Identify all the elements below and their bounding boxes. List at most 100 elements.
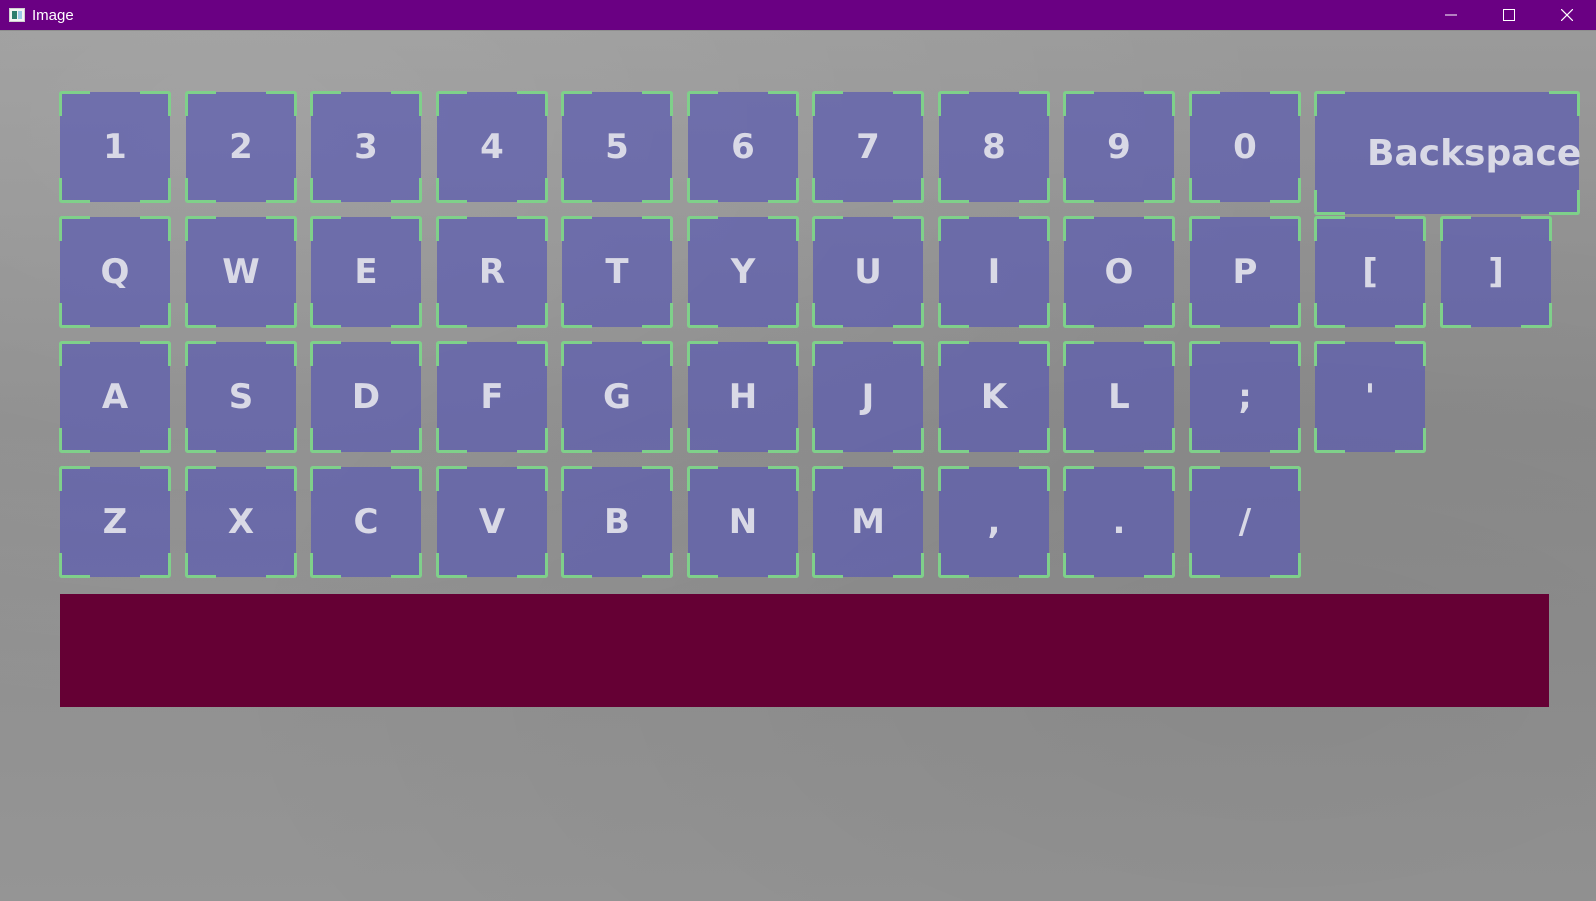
key-corner-marker (938, 553, 969, 578)
key-0[interactable]: 0 (1189, 91, 1301, 203)
key-corner-marker (185, 303, 216, 328)
key-corner-marker (687, 341, 718, 366)
key-m[interactable]: M (812, 466, 924, 578)
key-corner-marker (812, 178, 843, 203)
key-corner-marker (1144, 303, 1175, 328)
key-corner-marker (561, 553, 592, 578)
key-f[interactable]: F (436, 341, 548, 453)
key-d[interactable]: D (310, 341, 422, 453)
key-left-bracket[interactable]: [ (1314, 216, 1426, 328)
key-corner-marker (391, 91, 422, 116)
key-6[interactable]: 6 (687, 91, 799, 203)
key-corner-marker (1270, 553, 1301, 578)
key-5[interactable]: 5 (561, 91, 673, 203)
key-g[interactable]: G (561, 341, 673, 453)
key-a[interactable]: A (59, 341, 171, 453)
key-x[interactable]: X (185, 466, 297, 578)
key-8[interactable]: 8 (938, 91, 1050, 203)
key-corner-marker (185, 466, 216, 491)
key-corner-marker (1549, 190, 1580, 215)
key-corner-marker (140, 553, 171, 578)
key-9[interactable]: 9 (1063, 91, 1175, 203)
key-r[interactable]: R (436, 216, 548, 328)
key-label: [ (1362, 252, 1378, 292)
key-v[interactable]: V (436, 466, 548, 578)
key-corner-marker (1270, 303, 1301, 328)
key-i[interactable]: I (938, 216, 1050, 328)
key-corner-marker (1063, 428, 1094, 453)
key-label: 8 (982, 127, 1006, 167)
key-w[interactable]: W (185, 216, 297, 328)
key-corner-marker (1144, 178, 1175, 203)
key-corner-marker (561, 216, 592, 241)
minimize-button[interactable] (1422, 0, 1480, 30)
key-corner-marker (768, 341, 799, 366)
key-c[interactable]: C (310, 466, 422, 578)
key-corner-marker (687, 178, 718, 203)
key-apostrophe[interactable]: ' (1314, 341, 1426, 453)
key-corner-marker (1019, 216, 1050, 241)
key-corner-marker (1063, 216, 1094, 241)
key-label: G (603, 377, 631, 417)
key-corner-marker (1189, 178, 1220, 203)
key-s[interactable]: S (185, 341, 297, 453)
key-corner-marker (1144, 466, 1175, 491)
key-corner-marker (768, 91, 799, 116)
key-semicolon[interactable]: ; (1189, 341, 1301, 453)
key-corner-marker (266, 303, 297, 328)
key-corner-marker (687, 553, 718, 578)
key-corner-marker (1189, 341, 1220, 366)
key-2[interactable]: 2 (185, 91, 297, 203)
key-h[interactable]: H (687, 341, 799, 453)
key-corner-marker (59, 303, 90, 328)
key-z[interactable]: Z (59, 466, 171, 578)
key-k[interactable]: K (938, 341, 1050, 453)
key-corner-marker (1189, 553, 1220, 578)
key-b[interactable]: B (561, 466, 673, 578)
key-y[interactable]: Y (687, 216, 799, 328)
key-corner-marker (1314, 216, 1345, 241)
key-comma[interactable]: , (938, 466, 1050, 578)
key-o[interactable]: O (1063, 216, 1175, 328)
key-q[interactable]: Q (59, 216, 171, 328)
key-label: E (354, 252, 378, 292)
key-label: 3 (354, 127, 378, 167)
key-corner-marker (1144, 553, 1175, 578)
key-label: 9 (1107, 127, 1131, 167)
key-label: K (980, 377, 1008, 417)
key-corner-marker (436, 216, 467, 241)
key-corner-marker (561, 303, 592, 328)
key-corner-marker (185, 216, 216, 241)
key-corner-marker (391, 428, 422, 453)
key-period[interactable]: . (1063, 466, 1175, 578)
key-t[interactable]: T (561, 216, 673, 328)
key-e[interactable]: E (310, 216, 422, 328)
key-right-bracket[interactable]: ] (1440, 216, 1552, 328)
key-u[interactable]: U (812, 216, 924, 328)
key-corner-marker (391, 553, 422, 578)
key-corner-marker (59, 553, 90, 578)
key-n[interactable]: N (687, 466, 799, 578)
key-slash[interactable]: / (1189, 466, 1301, 578)
key-corner-marker (938, 428, 969, 453)
key-3[interactable]: 3 (310, 91, 422, 203)
close-button[interactable] (1538, 0, 1596, 30)
key-1[interactable]: 1 (59, 91, 171, 203)
key-corner-marker (140, 216, 171, 241)
key-p[interactable]: P (1189, 216, 1301, 328)
maximize-button[interactable] (1480, 0, 1538, 30)
key-j[interactable]: J (812, 341, 924, 453)
key-7[interactable]: 7 (812, 91, 924, 203)
key-corner-marker (59, 341, 90, 366)
key-backspace[interactable]: Backspace (1314, 91, 1581, 215)
key-corner-marker (812, 553, 843, 578)
key-label: ] (1488, 252, 1504, 292)
key-corner-marker (812, 428, 843, 453)
key-4[interactable]: 4 (436, 91, 548, 203)
key-label: N (728, 502, 758, 542)
key-l[interactable]: L (1063, 341, 1175, 453)
key-corner-marker (812, 91, 843, 116)
key-corner-marker (1144, 428, 1175, 453)
key-corner-marker (185, 428, 216, 453)
key-corner-marker (140, 303, 171, 328)
